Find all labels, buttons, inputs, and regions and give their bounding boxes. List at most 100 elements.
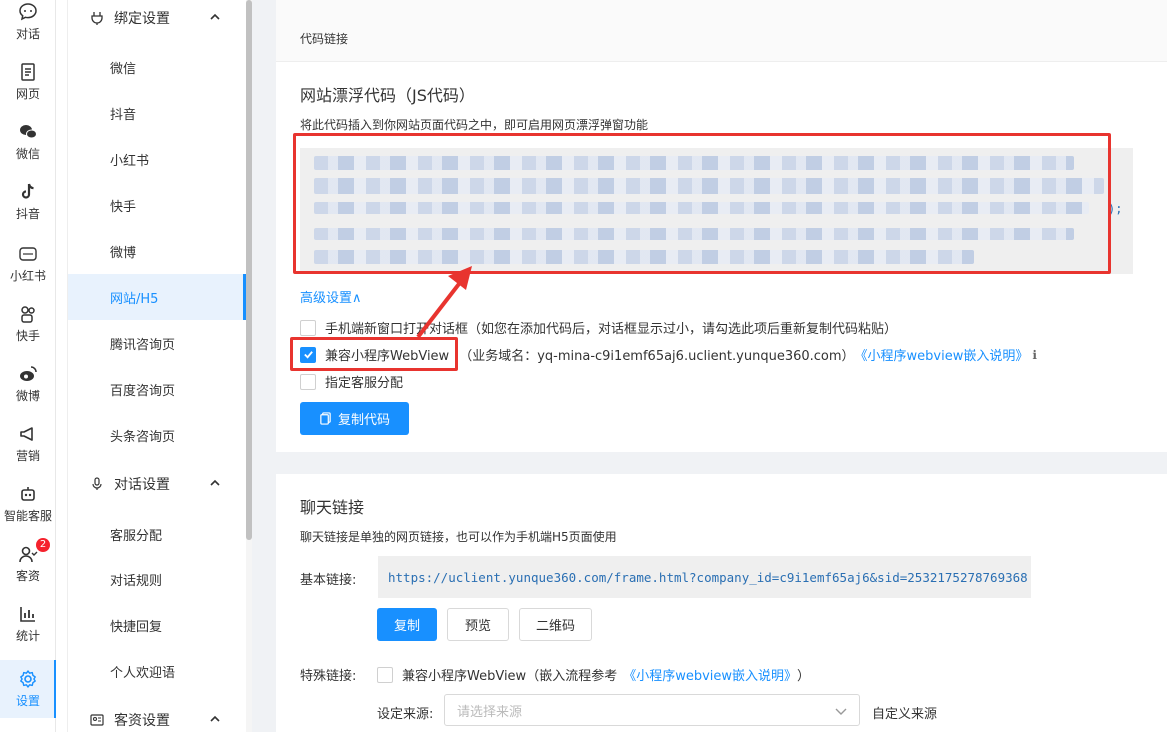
rail-item-contacts[interactable]: 客资 2 xyxy=(0,534,56,594)
tiktok-icon xyxy=(21,183,34,199)
source-label: 设定来源: xyxy=(377,707,434,722)
sub-item-label: 网站/H5 xyxy=(110,291,159,307)
sub-item-label: 微博 xyxy=(110,245,137,261)
select-placeholder: 请选择来源 xyxy=(457,704,523,720)
chevron-down-icon xyxy=(835,708,847,715)
special-link-label: 特殊链接: xyxy=(300,669,357,684)
rail-item-ai-service[interactable]: 智能客服 xyxy=(0,474,56,534)
custom-source-link[interactable]: 自定义来源 xyxy=(872,703,937,722)
card-header-title: 代码链接 xyxy=(300,32,349,46)
sub-item-agent-assignment[interactable]: 客服分配 xyxy=(68,511,246,557)
chat-link-card: 聊天链接 聊天链接是单独的网页链接，也可以作为手机端H5页面使用 基本链接: h… xyxy=(276,474,1167,732)
button-label: 复制代码 xyxy=(337,413,390,428)
group-label: 客资设置 xyxy=(114,713,170,729)
wechat-icon xyxy=(20,125,37,139)
rail-label: 小红书 xyxy=(9,269,46,283)
sub-item-baidu-page[interactable]: 百度咨询页 xyxy=(68,366,246,412)
sub-item-xiaohongshu[interactable]: 小红书 xyxy=(68,136,246,182)
sub-item-dialog-rules[interactable]: 对话规则 xyxy=(68,556,246,602)
webview-guide-link[interactable]: 《小程序webview嵌入说明》 xyxy=(855,345,1029,364)
sub-item-label: 小红书 xyxy=(110,153,150,169)
sub-item-label: 个人欢迎语 xyxy=(110,665,176,681)
sub-item-tencent-page[interactable]: 腾讯咨询页 xyxy=(68,320,246,366)
settings-submenu: 绑定设置 微信 抖音 小红书 快手 微博 网站/H5 腾讯咨询页 百度咨询页 头… xyxy=(68,0,246,732)
rail-item-weibo[interactable]: 微博 xyxy=(0,354,56,414)
info-icon[interactable]: ℹ xyxy=(1032,348,1037,362)
rail-label: 微信 xyxy=(15,147,40,161)
plug-icon xyxy=(91,12,103,25)
stats-icon xyxy=(20,607,35,622)
rail-item-webpage[interactable]: 网页 xyxy=(0,52,56,112)
sub-item-wechat[interactable]: 微信 xyxy=(68,44,246,90)
sub-item-website-h5[interactable]: 网站/H5 xyxy=(68,274,246,320)
group-label: 绑定设置 xyxy=(114,11,170,27)
checkbox[interactable] xyxy=(300,319,316,336)
checkbox[interactable] xyxy=(300,373,316,390)
rail-item-xiaohongshu[interactable]: 小红书 xyxy=(0,234,56,294)
rail-item-tiktok[interactable]: 抖音 xyxy=(0,172,56,232)
group-leads-settings[interactable]: 客资设置 xyxy=(68,702,246,732)
chat-link-title: 聊天链接 xyxy=(300,498,365,517)
rail-divider xyxy=(56,0,68,732)
copy-code-button[interactable]: 复制代码 xyxy=(300,402,409,435)
group-binding-settings[interactable]: 绑定设置 xyxy=(68,0,246,36)
microphone-icon xyxy=(92,477,102,490)
copy-link-button[interactable]: 复制 xyxy=(377,608,437,641)
business-domain: （业务域名：yq-mina-c9i1emf65aj6.uclient.yunqu… xyxy=(459,349,855,364)
rail-item-settings[interactable]: 设置 xyxy=(0,660,57,718)
sub-item-label: 腾讯咨询页 xyxy=(110,337,176,353)
js-code-description: 将此代码插入到你网站页面代码之中，即可启用网页漂浮弹窗功能 xyxy=(300,118,649,132)
icon-rail: 对话 网页 微信 抖音 小红书 快手 微博 营销 智能客服 客资 2 统计 设置 xyxy=(0,0,57,732)
sub-item-label: 头条咨询页 xyxy=(110,429,176,445)
rail-label: 对话 xyxy=(15,27,40,41)
settings-icon xyxy=(20,670,36,688)
rail-item-wechat[interactable]: 微信 xyxy=(0,112,56,172)
card-header: 代码链接 xyxy=(276,0,1167,62)
preview-button[interactable]: 预览 xyxy=(447,608,509,641)
sub-item-kuaishou[interactable]: 快手 xyxy=(68,182,246,228)
sub-item-label: 抖音 xyxy=(110,107,137,123)
sub-item-welcome-message[interactable]: 个人欢迎语 xyxy=(68,648,246,694)
special-webview-option[interactable]: 兼容小程序WebView（嵌入流程参考 《小程序webview嵌入说明》 ） xyxy=(377,665,810,684)
chevron-up-icon xyxy=(210,715,220,722)
rail-label: 智能客服 xyxy=(3,509,52,523)
sub-item-toutiao-page[interactable]: 头条咨询页 xyxy=(68,412,246,458)
chat-link-description: 聊天链接是单独的网页链接，也可以作为手机端H5页面使用 xyxy=(300,530,617,544)
rail-label: 快手 xyxy=(15,329,40,343)
rail-item-stats[interactable]: 统计 xyxy=(0,594,56,654)
chevron-up-icon xyxy=(210,13,220,20)
rail-label: 设置 xyxy=(15,694,40,708)
group-label: 对话设置 xyxy=(114,477,170,493)
unread-badge: 2 xyxy=(36,538,50,552)
basic-link-url[interactable]: https://uclient.yunque360.com/frame.html… xyxy=(378,556,1031,598)
copy-icon xyxy=(320,412,331,425)
sub-item-label: 微信 xyxy=(110,61,137,77)
sub-item-tiktok[interactable]: 抖音 xyxy=(68,90,246,136)
option-label: 兼容小程序WebView（嵌入流程参考 xyxy=(402,669,618,684)
qr-code-button[interactable]: 二维码 xyxy=(519,608,592,641)
sub-item-weibo[interactable]: 微博 xyxy=(68,228,246,274)
source-select[interactable]: 请选择来源 xyxy=(444,694,860,726)
option-mobile-new-window[interactable]: 手机端新窗口打开对话框（如您在添加代码后，对话框显示过小，请勾选此项后重新复制代… xyxy=(300,318,897,337)
rail-item-marketing[interactable]: 营销 xyxy=(0,414,56,474)
advanced-settings-link[interactable]: 高级设置∧ xyxy=(300,287,362,306)
closing-paren: ） xyxy=(797,669,811,684)
contacts-icon xyxy=(19,546,38,563)
rail-item-chat[interactable]: 对话 xyxy=(0,0,56,52)
sub-item-quick-replies[interactable]: 快捷回复 xyxy=(68,602,246,648)
highlight-webview-option xyxy=(290,337,458,371)
sub-item-label: 快捷回复 xyxy=(110,619,163,635)
checkbox[interactable] xyxy=(377,666,393,683)
option-assign-agent[interactable]: 指定客服分配 xyxy=(300,372,403,391)
group-dialog-settings[interactable]: 对话设置 xyxy=(68,466,246,502)
rail-label: 客资 xyxy=(15,569,40,583)
js-code-title: 网站漂浮代码（JS代码） xyxy=(300,86,475,105)
sub-item-label: 客服分配 xyxy=(110,528,163,544)
weibo-icon xyxy=(20,366,37,381)
rail-label: 营销 xyxy=(15,449,40,463)
rail-label: 微博 xyxy=(15,389,40,403)
webview-guide-link[interactable]: 《小程序webview嵌入说明》 xyxy=(623,665,797,684)
webpage-icon xyxy=(21,63,35,81)
basic-link-label: 基本链接: xyxy=(300,573,357,588)
rail-item-kuaishou[interactable]: 快手 xyxy=(0,294,56,354)
